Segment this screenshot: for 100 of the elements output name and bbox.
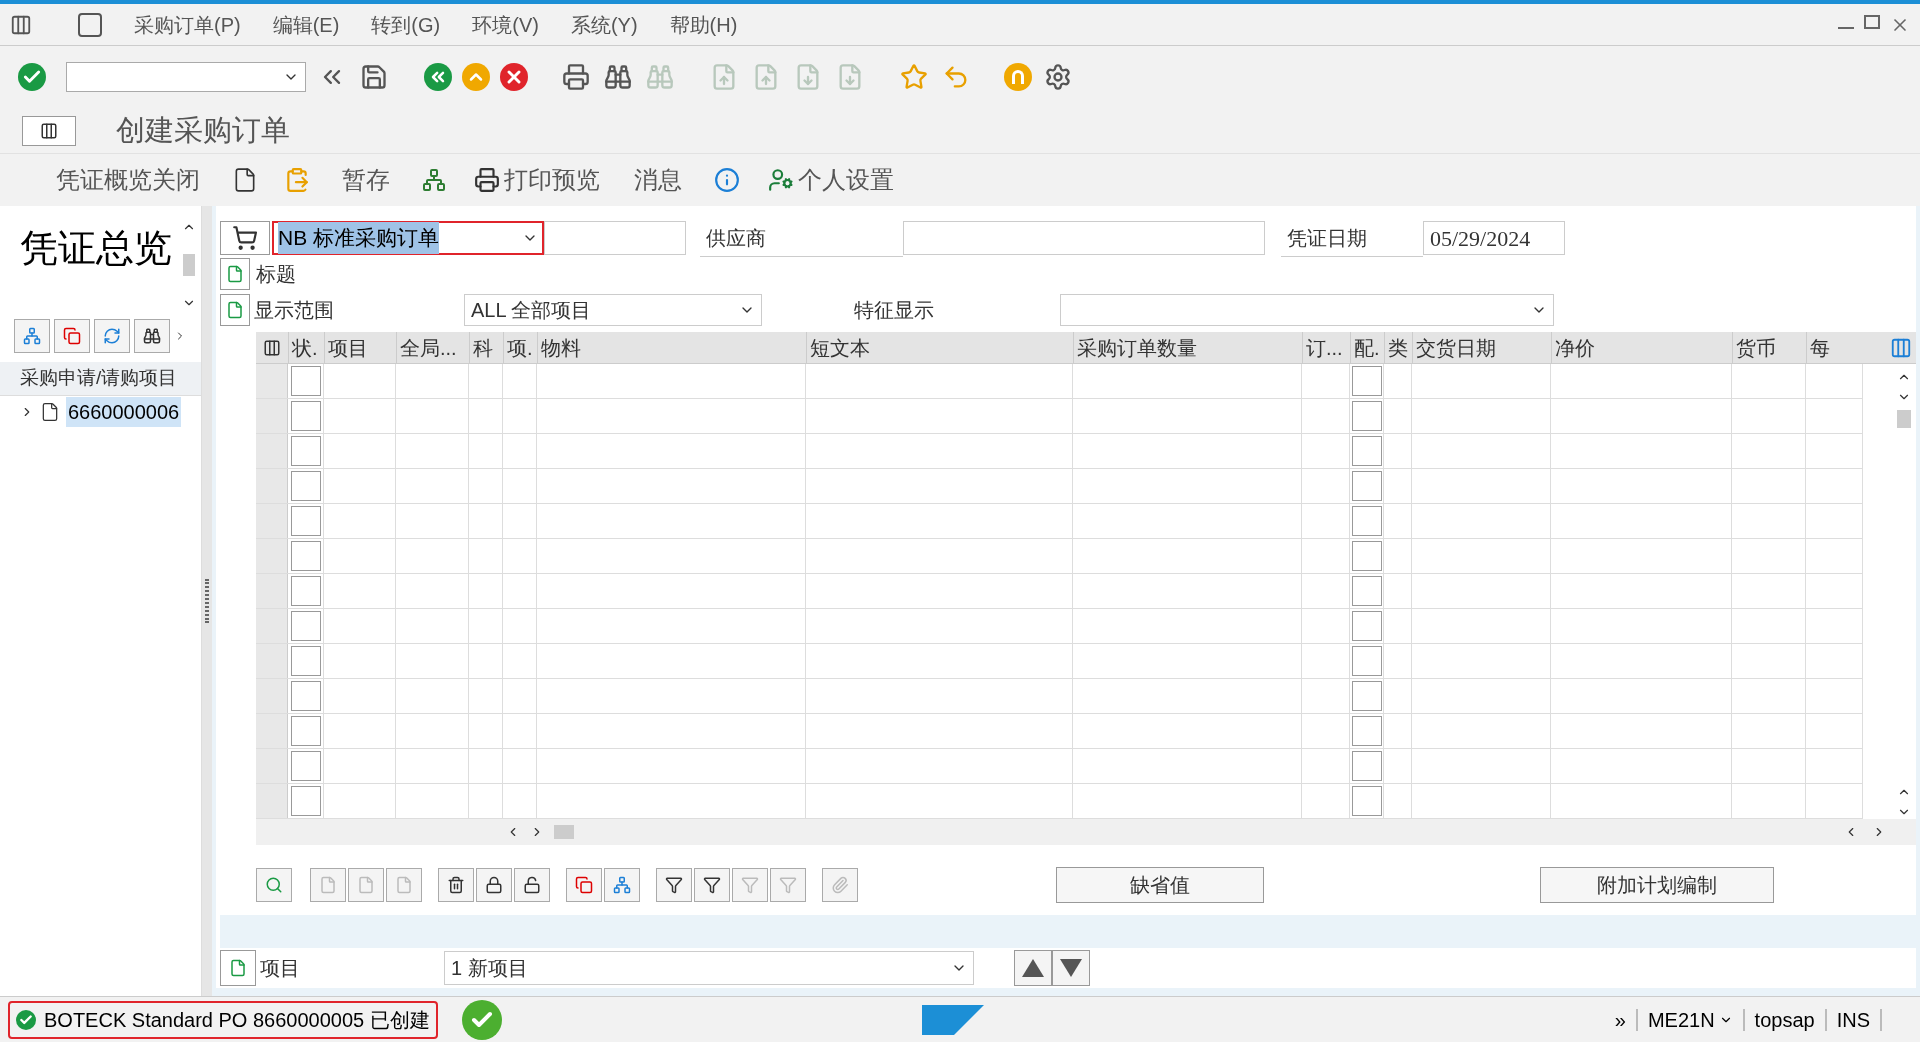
- schedule-button[interactable]: 附加计划编制: [1540, 867, 1774, 903]
- toolbar-button[interactable]: 打印预览: [470, 162, 604, 198]
- column-header[interactable]: 项目: [324, 332, 396, 363]
- filter-button[interactable]: [694, 868, 730, 902]
- copy-button[interactable]: [566, 868, 602, 902]
- table-input-cell[interactable]: [1351, 681, 1382, 711]
- copy-button[interactable]: [54, 319, 90, 353]
- table-input-cell[interactable]: [290, 751, 321, 781]
- table-input-cell[interactable]: [290, 471, 321, 501]
- table-input-cell[interactable]: [1351, 471, 1382, 501]
- table-input-cell[interactable]: [290, 646, 321, 676]
- table-input-cell[interactable]: [290, 366, 321, 396]
- sort-button[interactable]: [656, 868, 692, 902]
- attachment-button[interactable]: [822, 868, 858, 902]
- table-input-cell[interactable]: [1351, 401, 1382, 431]
- toolbar-button[interactable]: 消息: [626, 162, 690, 198]
- scroll-thumb[interactable]: [554, 825, 574, 839]
- table-input-cell[interactable]: [1351, 646, 1382, 676]
- table-input-cell[interactable]: [290, 541, 321, 571]
- table-input-cell[interactable]: [1351, 786, 1382, 816]
- insert-button[interactable]: [386, 868, 422, 902]
- delete-button[interactable]: [438, 868, 474, 902]
- column-header[interactable]: 净价: [1551, 332, 1732, 363]
- expand-section-button[interactable]: [220, 294, 250, 326]
- table-input-cell[interactable]: [290, 506, 321, 536]
- table-input-cell[interactable]: [1351, 576, 1382, 606]
- table-input-cell[interactable]: [1351, 366, 1382, 396]
- expand-section-button[interactable]: [220, 950, 256, 986]
- expand-section-button[interactable]: [220, 258, 250, 290]
- column-header[interactable]: 物料: [537, 332, 806, 363]
- table-input-cell[interactable]: [290, 716, 321, 746]
- display-range-dropdown[interactable]: ALL 全部项目: [464, 294, 762, 326]
- toolbar-button[interactable]: 个人设置: [764, 162, 898, 198]
- scroll-thumb[interactable]: [1897, 410, 1911, 428]
- column-header[interactable]: 采购订单数量: [1073, 332, 1302, 363]
- scroll-thumb[interactable]: [183, 254, 196, 276]
- table-input-cell[interactable]: [290, 611, 321, 641]
- menu-item[interactable]: 采购订单(P): [134, 9, 241, 40]
- table-input-cell[interactable]: [1351, 751, 1382, 781]
- column-header[interactable]: 科: [469, 332, 503, 363]
- toolbar-button[interactable]: 凭证概览关闭: [48, 162, 208, 198]
- menu-item[interactable]: 系统(Y): [570, 9, 638, 40]
- table-input-cell[interactable]: [1351, 506, 1382, 536]
- toolbar-button[interactable]: 暂存: [334, 162, 398, 198]
- date-field[interactable]: 05/29/2024: [1423, 221, 1565, 255]
- table-input-cell[interactable]: [290, 681, 321, 711]
- insert-button[interactable]: [310, 868, 346, 902]
- column-header[interactable]: 配.: [1350, 332, 1384, 363]
- menu-item[interactable]: 转到(G): [371, 9, 441, 40]
- enter-icon[interactable]: [18, 63, 46, 91]
- menu-item[interactable]: 编辑(E): [272, 9, 340, 40]
- menu-button[interactable]: [22, 115, 76, 146]
- menu-item[interactable]: 环境(V): [472, 9, 539, 40]
- table-input-cell[interactable]: [290, 401, 321, 431]
- command-field[interactable]: [66, 62, 306, 92]
- next-item-button[interactable]: [1052, 950, 1090, 986]
- minimize-icon[interactable]: [1838, 26, 1854, 29]
- column-header[interactable]: 项.: [503, 332, 537, 363]
- column-header[interactable]: 短文本: [806, 332, 1073, 363]
- column-header[interactable]: 交货日期: [1412, 332, 1551, 363]
- tree-item[interactable]: 6660000006: [66, 396, 182, 427]
- column-header[interactable]: 每: [1806, 332, 1863, 363]
- vendor-field[interactable]: [903, 221, 1265, 255]
- restore-icon[interactable]: [1864, 14, 1880, 29]
- table-input-cell[interactable]: [1351, 436, 1382, 466]
- transaction-code[interactable]: ME21N: [1647, 1004, 1733, 1035]
- lock-button[interactable]: [476, 868, 512, 902]
- item-dropdown[interactable]: 1 新项目: [444, 951, 974, 985]
- column-header[interactable]: 货币: [1732, 332, 1806, 363]
- splitter-handle[interactable]: [205, 579, 210, 623]
- table-input-cell[interactable]: [290, 786, 321, 816]
- status-message[interactable]: BOTECK Standard PO 8660000005 已创建: [8, 1000, 438, 1039]
- column-header[interactable]: 类: [1384, 332, 1412, 363]
- column-header[interactable]: 状.: [288, 332, 324, 363]
- table-input-cell[interactable]: [1351, 611, 1382, 641]
- split-button[interactable]: [604, 868, 640, 902]
- back-icon[interactable]: [424, 63, 452, 91]
- feature-dropdown[interactable]: [1060, 294, 1554, 326]
- find-button[interactable]: [134, 319, 170, 353]
- order-type-dropdown[interactable]: NB 标准采购订单: [272, 221, 544, 255]
- insert-button[interactable]: [348, 868, 384, 902]
- defaults-button[interactable]: 缺省值: [1056, 867, 1264, 903]
- table-input-cell[interactable]: [290, 576, 321, 606]
- print-icon[interactable]: [560, 61, 592, 93]
- cart-button[interactable]: [220, 221, 270, 255]
- unlock-button[interactable]: [514, 868, 550, 902]
- reset-filter-button[interactable]: [770, 868, 806, 902]
- column-header[interactable]: 订...: [1302, 332, 1350, 363]
- details-button[interactable]: [256, 868, 292, 902]
- text-field[interactable]: [544, 221, 686, 255]
- table-input-cell[interactable]: [1351, 716, 1382, 746]
- table-input-cell[interactable]: [1351, 541, 1382, 571]
- table-input-cell[interactable]: [290, 436, 321, 466]
- cancel-icon[interactable]: [500, 63, 528, 91]
- column-header[interactable]: 全局...: [396, 332, 469, 363]
- refresh-button[interactable]: [94, 319, 130, 353]
- expand-status-button[interactable]: »: [1614, 1004, 1626, 1035]
- up-icon[interactable]: [462, 63, 490, 91]
- menu-item[interactable]: 帮助(H): [669, 9, 738, 40]
- menu-icon[interactable]: [10, 13, 32, 36]
